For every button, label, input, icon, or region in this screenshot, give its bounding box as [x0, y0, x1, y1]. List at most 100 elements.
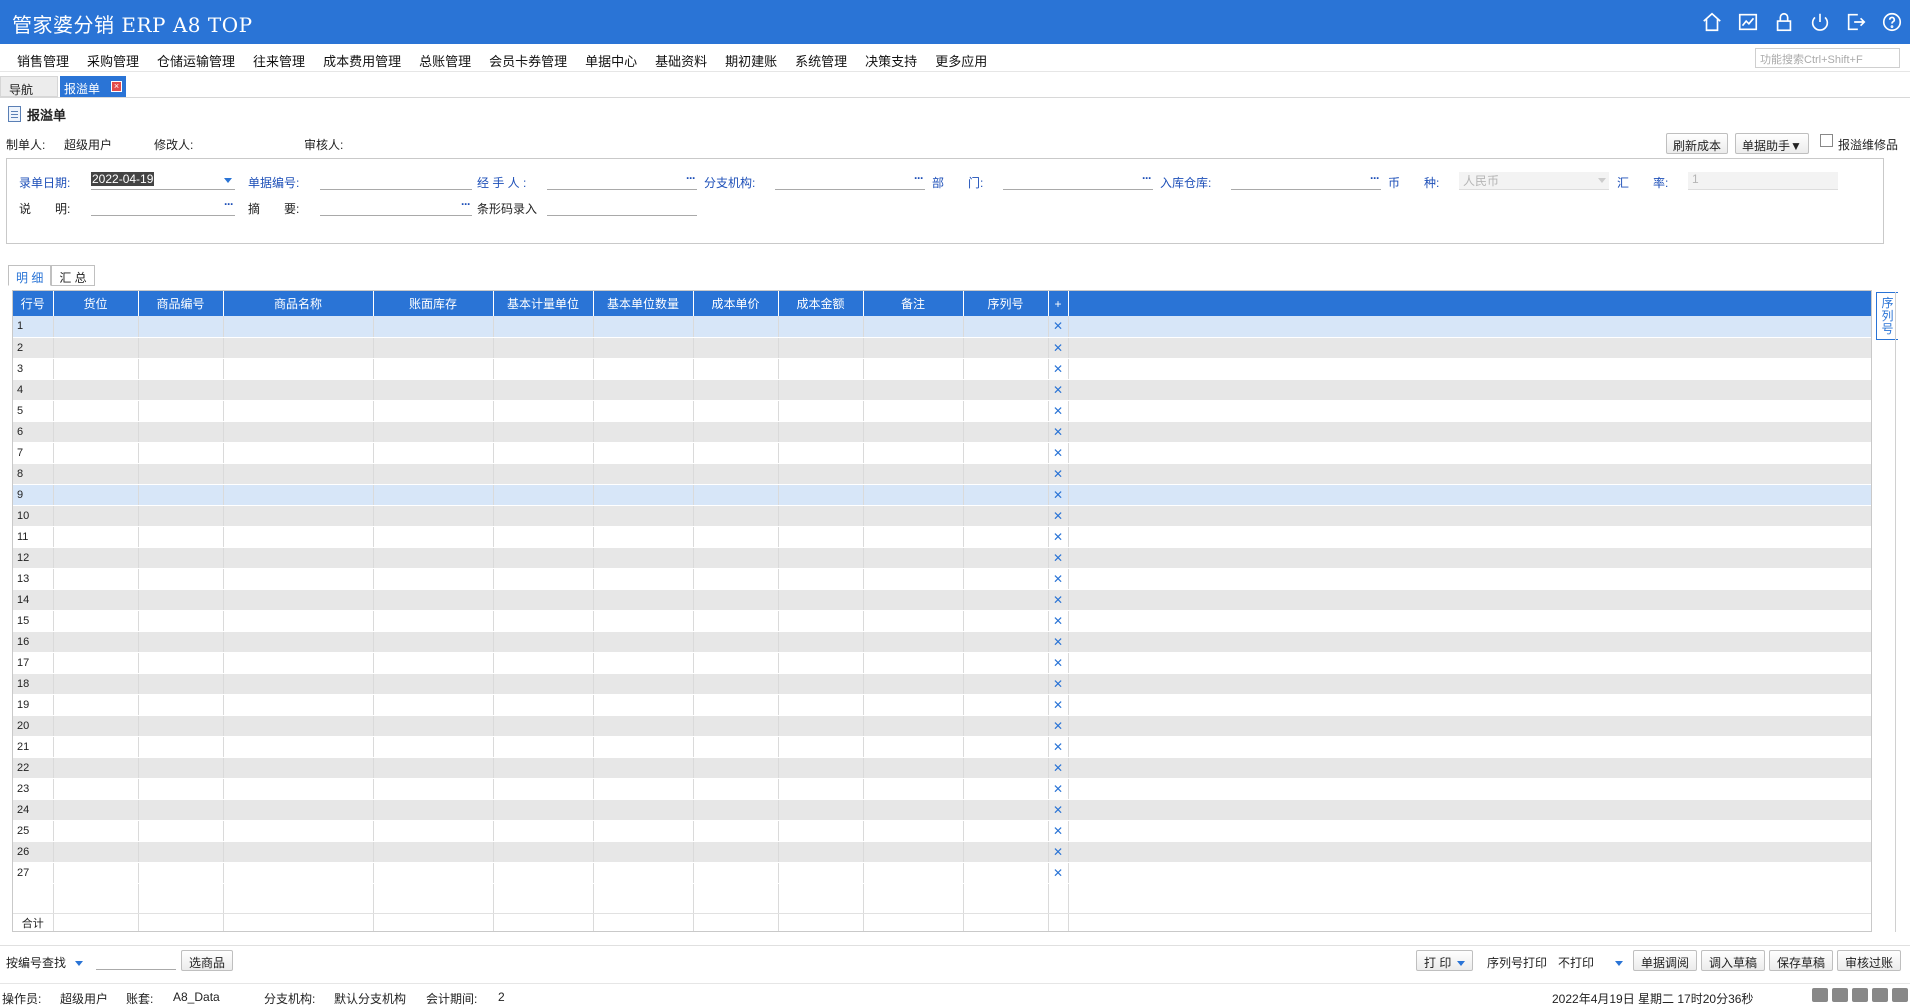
- grid-cell[interactable]: [593, 652, 694, 674]
- table-row[interactable]: 24 ✕: [13, 799, 1871, 821]
- grid-cell[interactable]: [963, 526, 1049, 548]
- grid-cell[interactable]: [138, 358, 224, 380]
- grid-cell[interactable]: [863, 526, 964, 548]
- delete-row-icon[interactable]: ✕: [1048, 757, 1069, 779]
- table-row[interactable]: 26 ✕: [13, 841, 1871, 863]
- grid-cell[interactable]: [693, 757, 779, 779]
- grid-cell[interactable]: [963, 463, 1049, 485]
- delete-row-icon[interactable]: ✕: [1048, 463, 1069, 485]
- grid-cell[interactable]: [963, 736, 1049, 758]
- grid-cell[interactable]: [53, 547, 139, 569]
- grid-cell[interactable]: [693, 337, 779, 359]
- table-row[interactable]: 22 ✕: [13, 757, 1871, 779]
- grid-cell[interactable]: [373, 421, 494, 443]
- grid-cell[interactable]: [693, 526, 779, 548]
- column-header[interactable]: 商品编号: [138, 291, 224, 316]
- delete-row-icon[interactable]: ✕: [1048, 862, 1069, 884]
- grid-cell[interactable]: [138, 463, 224, 485]
- grid-cell[interactable]: [778, 400, 864, 422]
- grid-cell[interactable]: [778, 778, 864, 800]
- grid-cell[interactable]: [493, 484, 594, 506]
- function-search-input[interactable]: 功能搜索Ctrl+Shift+F: [1755, 48, 1900, 68]
- delete-row-icon[interactable]: ✕: [1048, 715, 1069, 737]
- grid-cell[interactable]: [373, 547, 494, 569]
- grid-cell[interactable]: [138, 568, 224, 590]
- grid-cell[interactable]: [693, 673, 779, 695]
- grid-cell[interactable]: [593, 505, 694, 527]
- home-small-icon[interactable]: [1892, 988, 1908, 1002]
- grid-cell[interactable]: [863, 610, 964, 632]
- grid-cell[interactable]: [778, 526, 864, 548]
- grid-cell[interactable]: [963, 673, 1049, 695]
- grid-cell[interactable]: [778, 379, 864, 401]
- grid-cell[interactable]: [693, 778, 779, 800]
- grid-cell[interactable]: [963, 442, 1049, 464]
- delete-row-icon[interactable]: ✕: [1048, 505, 1069, 527]
- grid-cell[interactable]: [963, 358, 1049, 380]
- grid-cell[interactable]: [693, 736, 779, 758]
- grid-cell[interactable]: [373, 673, 494, 695]
- load-draft-button[interactable]: 调入草稿: [1701, 950, 1766, 971]
- grid-cell[interactable]: [373, 379, 494, 401]
- grid-cell[interactable]: [863, 715, 964, 737]
- grid-cell[interactable]: [963, 715, 1049, 737]
- tab-summary[interactable]: 汇 总: [51, 265, 95, 286]
- grid-cell[interactable]: [693, 505, 779, 527]
- grid-cell[interactable]: [593, 442, 694, 464]
- menu-basic-data[interactable]: 基础资料: [646, 51, 716, 70]
- grid-cell[interactable]: [863, 463, 964, 485]
- grid-cell[interactable]: [138, 799, 224, 821]
- grid-cell[interactable]: [593, 484, 694, 506]
- doc-adjust-button[interactable]: 单据调阅: [1633, 950, 1698, 971]
- grid-cell[interactable]: [53, 715, 139, 737]
- grid-cell[interactable]: [53, 463, 139, 485]
- grid-cell[interactable]: [863, 358, 964, 380]
- grid-cell[interactable]: [138, 505, 224, 527]
- grid-cell[interactable]: [138, 526, 224, 548]
- grid-cell[interactable]: [138, 715, 224, 737]
- grid-cell[interactable]: [138, 673, 224, 695]
- column-header[interactable]: 序列号: [963, 291, 1049, 316]
- grid-cell[interactable]: [778, 337, 864, 359]
- grid-cell[interactable]: [778, 421, 864, 443]
- notes-icon[interactable]: [1832, 988, 1848, 1002]
- close-tab-icon[interactable]: ×: [111, 81, 122, 92]
- grid-cell[interactable]: [593, 421, 694, 443]
- docno-field[interactable]: [320, 172, 472, 190]
- menu-more-apps[interactable]: 更多应用: [926, 51, 996, 70]
- grid-cell[interactable]: [223, 610, 374, 632]
- grid-cell[interactable]: [493, 316, 594, 338]
- ellipsis-icon[interactable]: ···: [914, 171, 924, 185]
- grid-cell[interactable]: [373, 694, 494, 716]
- message-icon[interactable]: [1812, 988, 1828, 1002]
- grid-cell[interactable]: [593, 589, 694, 611]
- menu-ledger[interactable]: 总账管理: [410, 51, 480, 70]
- grid-cell[interactable]: [223, 568, 374, 590]
- grid-cell[interactable]: [373, 799, 494, 821]
- grid-cell[interactable]: [778, 463, 864, 485]
- table-row[interactable]: 21 ✕: [13, 736, 1871, 758]
- grid-cell[interactable]: [223, 421, 374, 443]
- grid-cell[interactable]: [493, 799, 594, 821]
- column-header[interactable]: 商品名称: [223, 291, 374, 316]
- grid-cell[interactable]: [778, 736, 864, 758]
- delete-row-icon[interactable]: ✕: [1048, 610, 1069, 632]
- grid-cell[interactable]: [223, 694, 374, 716]
- grid-cell[interactable]: [53, 505, 139, 527]
- grid-cell[interactable]: [53, 568, 139, 590]
- grid-cell[interactable]: [593, 715, 694, 737]
- grid-cell[interactable]: [493, 631, 594, 653]
- delete-row-icon[interactable]: ✕: [1048, 526, 1069, 548]
- grid-cell[interactable]: [863, 673, 964, 695]
- tab-detail[interactable]: 明 细: [8, 265, 52, 286]
- grid-cell[interactable]: [53, 736, 139, 758]
- grid-cell[interactable]: [863, 484, 964, 506]
- grid-cell[interactable]: [778, 589, 864, 611]
- delete-row-icon[interactable]: ✕: [1048, 400, 1069, 422]
- chart-icon[interactable]: [1736, 10, 1760, 34]
- table-row[interactable]: 15 ✕: [13, 610, 1871, 632]
- grid-cell[interactable]: [693, 589, 779, 611]
- grid-cell[interactable]: [778, 358, 864, 380]
- ellipsis-icon[interactable]: ···: [224, 197, 234, 211]
- grid-cell[interactable]: [138, 337, 224, 359]
